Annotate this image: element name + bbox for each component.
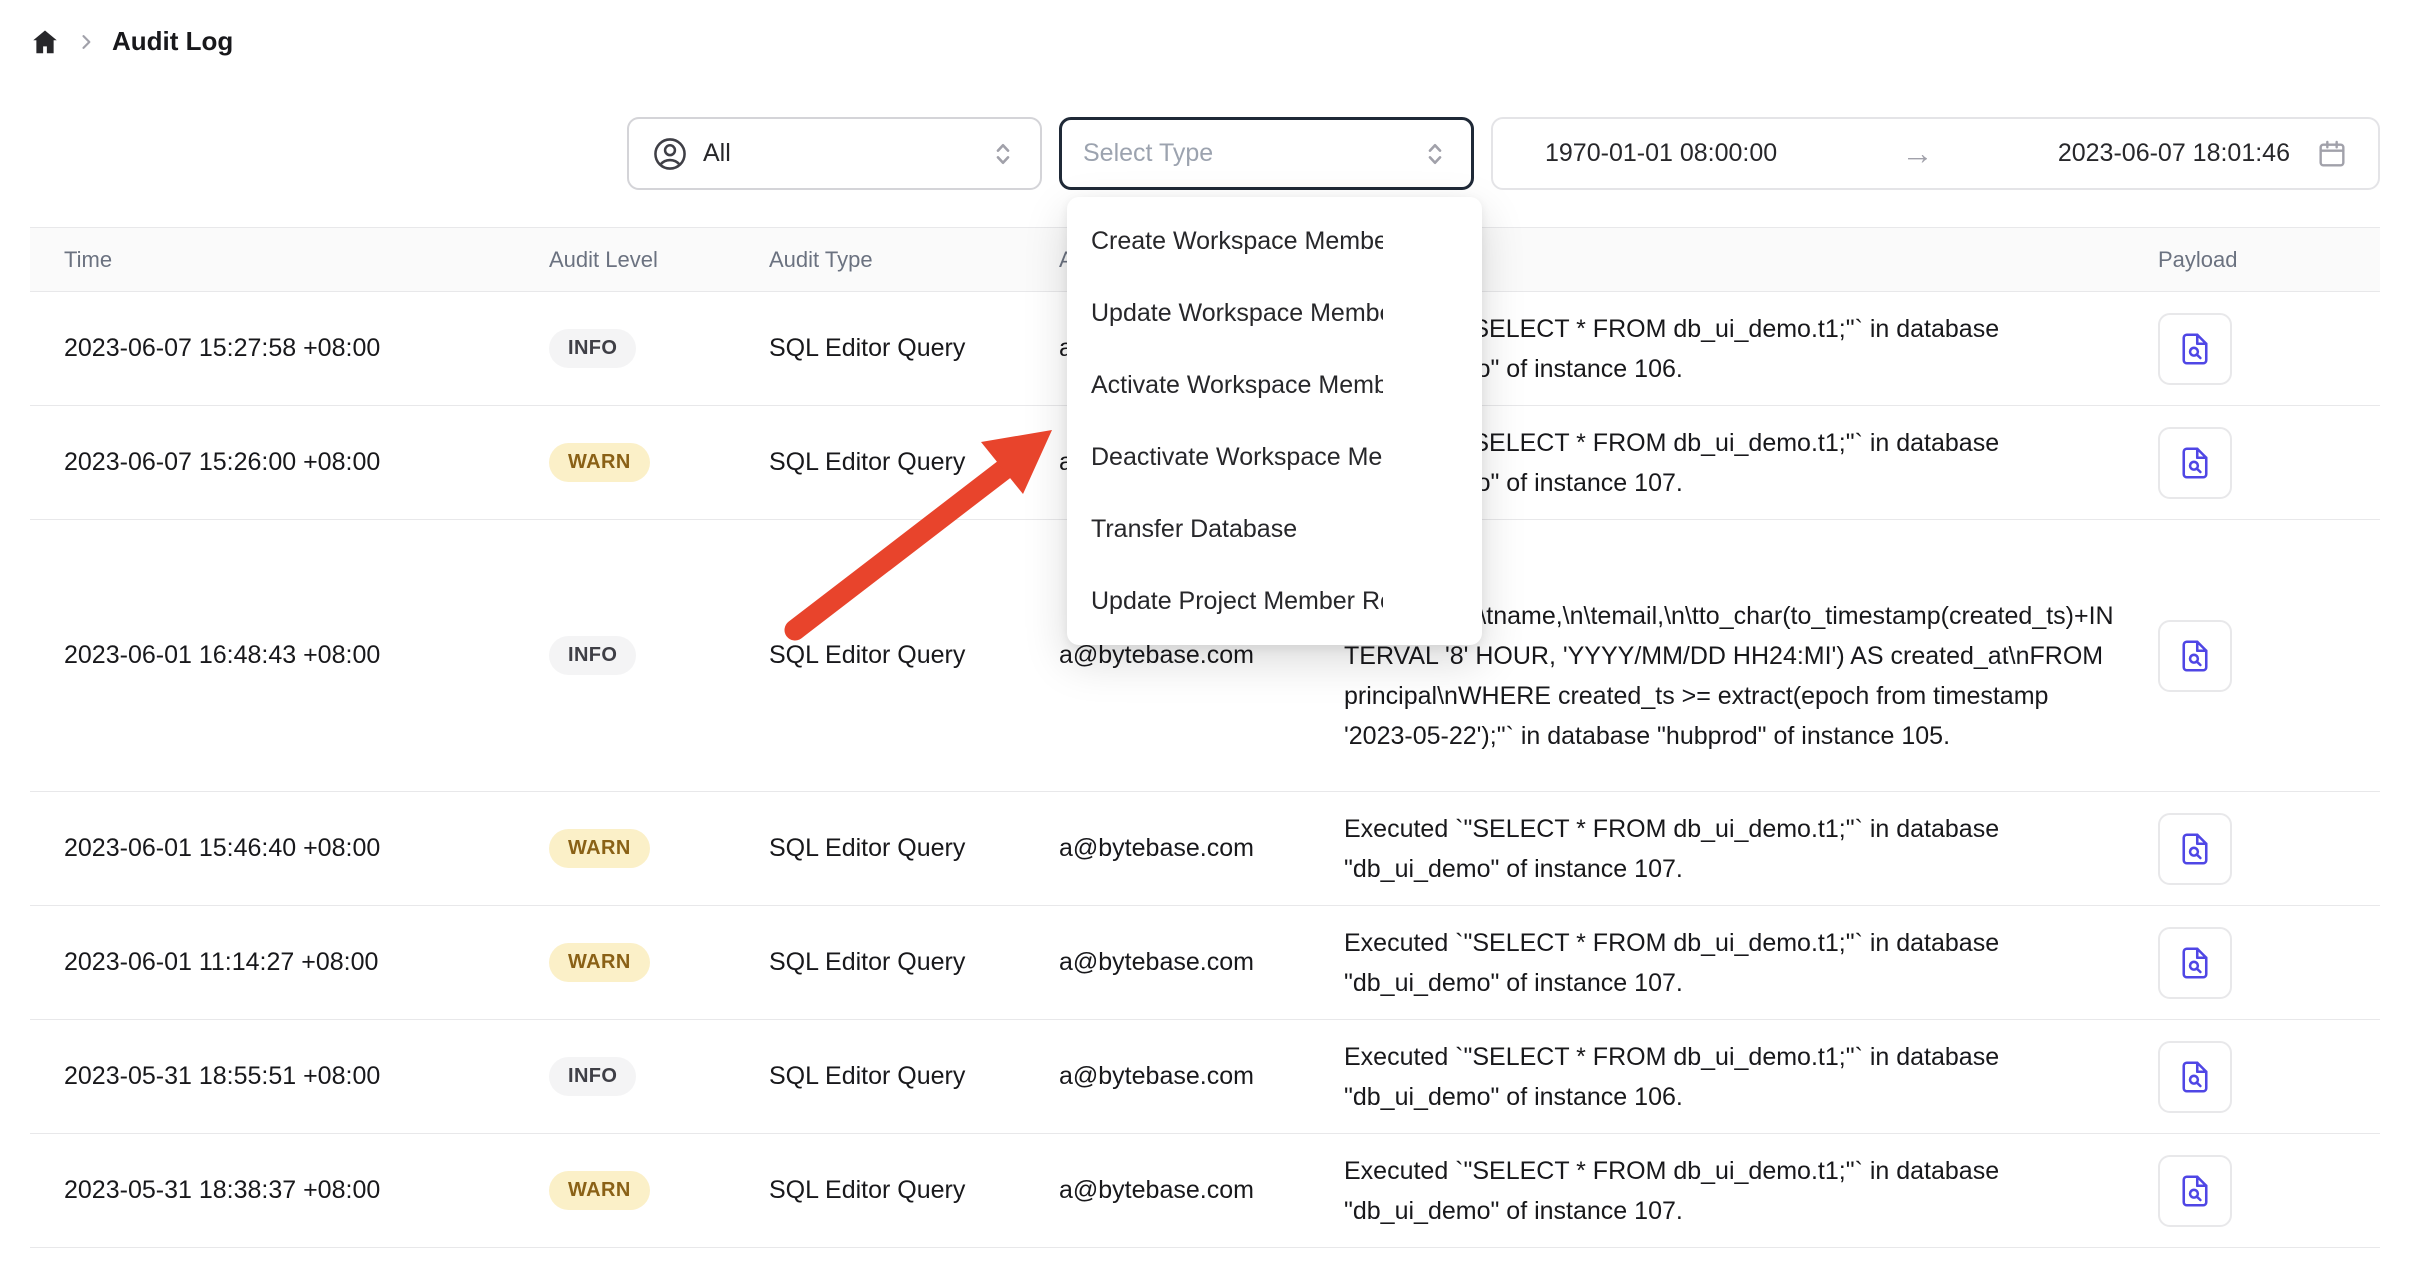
payload-view-button[interactable] [2158, 1041, 2232, 1113]
audit-level-badge: WARN [549, 829, 650, 868]
cell-payload [2124, 1155, 2380, 1227]
calendar-icon [2316, 138, 2348, 170]
cell-comment: Executed `"SELECT * FROM db_ui_demo.t1;"… [1310, 793, 2124, 905]
type-filter-select[interactable]: Select Type [1059, 117, 1474, 190]
table-row: 2023-06-01 15:46:40 +08:00 WARN SQL Edit… [30, 792, 2380, 906]
page-title: Audit Log [112, 26, 233, 57]
payload-view-button[interactable] [2158, 813, 2232, 885]
cell-payload [2124, 927, 2380, 999]
dropdown-option-deactivate-workspace-member[interactable]: Deactivate Workspace Member [1067, 421, 1482, 493]
cell-type: SQL Editor Query [735, 641, 1025, 670]
file-search-icon [2177, 831, 2213, 867]
chevron-right-icon [76, 32, 96, 52]
breadcrumb: Audit Log [30, 26, 233, 57]
payload-view-button[interactable] [2158, 313, 2232, 385]
filter-bar: All Select Type 1970-01-01 08:00:00 → 20… [30, 117, 2380, 190]
type-select-dropdown: Create Workspace Member Update Workspace… [1067, 197, 1482, 645]
audit-level-badge: INFO [549, 329, 636, 368]
dropdown-option-update-workspace-member[interactable]: Update Workspace Member [1067, 277, 1482, 349]
cell-comment: Executed `"SELECT * FROM db_ui_demo.t1;"… [1310, 1135, 2124, 1247]
home-icon[interactable] [30, 27, 60, 57]
cell-type: SQL Editor Query [735, 448, 1025, 477]
cell-type: SQL Editor Query [735, 334, 1025, 363]
cell-level: INFO [515, 329, 735, 368]
column-header-type: Audit Type [735, 247, 1025, 273]
date-range-start: 1970-01-01 08:00:00 [1545, 139, 1777, 168]
column-header-time: Time [30, 247, 515, 273]
payload-view-button[interactable] [2158, 427, 2232, 499]
actor-filter-select[interactable]: All [627, 117, 1042, 190]
dropdown-option-transfer-database[interactable]: Transfer Database [1067, 493, 1482, 565]
cell-actor: a@bytebase.com [1025, 1176, 1310, 1205]
cell-time: 2023-06-01 16:48:43 +08:00 [30, 641, 515, 670]
cell-level: INFO [515, 636, 735, 675]
cell-type: SQL Editor Query [735, 1062, 1025, 1091]
cell-payload [2124, 813, 2380, 885]
audit-level-badge: WARN [549, 943, 650, 982]
file-search-icon [2177, 1173, 2213, 1209]
audit-level-badge: INFO [549, 1057, 636, 1096]
cell-type: SQL Editor Query [735, 834, 1025, 863]
cell-time: 2023-05-31 18:55:51 +08:00 [30, 1062, 515, 1091]
date-range-end: 2023-06-07 18:01:46 [2058, 139, 2290, 168]
cell-level: WARN [515, 943, 735, 982]
cell-actor: a@bytebase.com [1025, 1062, 1310, 1091]
cell-comment: Executed `"SELECT * FROM db_ui_demo.t1;"… [1310, 907, 2124, 1019]
column-header-level: Audit Level [515, 247, 735, 273]
cell-level: WARN [515, 829, 735, 868]
cell-level: WARN [515, 1171, 735, 1210]
cell-actor: a@bytebase.com [1025, 641, 1310, 670]
cell-level: WARN [515, 443, 735, 482]
cell-payload [2124, 313, 2380, 385]
chevrons-up-down-icon [988, 139, 1018, 169]
file-search-icon [2177, 1059, 2213, 1095]
cell-comment: Executed `"SELECT * FROM db_ui_demo.t1;"… [1310, 1021, 2124, 1133]
dropdown-option-update-project-member-role[interactable]: Update Project Member Role [1067, 565, 1482, 637]
type-filter-placeholder: Select Type [1083, 139, 1213, 168]
payload-view-button[interactable] [2158, 927, 2232, 999]
cell-type: SQL Editor Query [735, 948, 1025, 977]
cell-payload [2124, 1041, 2380, 1113]
audit-level-badge: WARN [549, 1171, 650, 1210]
dropdown-option-create-workspace-member[interactable]: Create Workspace Member [1067, 205, 1482, 277]
cell-type: SQL Editor Query [735, 1176, 1025, 1205]
audit-level-badge: WARN [549, 443, 650, 482]
cell-time: 2023-05-31 18:38:37 +08:00 [30, 1176, 515, 1205]
table-row: 2023-06-01 11:14:27 +08:00 WARN SQL Edit… [30, 906, 2380, 1020]
cell-time: 2023-06-07 15:26:00 +08:00 [30, 448, 515, 477]
arrow-right-icon: → [1777, 135, 2058, 172]
actor-filter-value: All [703, 139, 731, 168]
cell-actor: a@bytebase.com [1025, 834, 1310, 863]
chevrons-up-down-icon [1420, 139, 1450, 169]
file-search-icon [2177, 638, 2213, 674]
cell-level: INFO [515, 1057, 735, 1096]
cell-time: 2023-06-07 15:27:58 +08:00 [30, 334, 515, 363]
table-row: 2023-05-31 18:38:37 +08:00 WARN SQL Edit… [30, 1134, 2380, 1248]
user-circle-icon [651, 135, 689, 173]
cell-payload [2124, 620, 2380, 692]
payload-view-button[interactable] [2158, 620, 2232, 692]
file-search-icon [2177, 445, 2213, 481]
column-header-payload: Payload [2124, 247, 2380, 273]
table-row: 2023-05-31 18:55:51 +08:00 INFO SQL Edit… [30, 1020, 2380, 1134]
file-search-icon [2177, 945, 2213, 981]
audit-level-badge: INFO [549, 636, 636, 675]
cell-time: 2023-06-01 11:14:27 +08:00 [30, 948, 515, 977]
dropdown-option-activate-workspace-member[interactable]: Activate Workspace Member [1067, 349, 1482, 421]
file-search-icon [2177, 331, 2213, 367]
payload-view-button[interactable] [2158, 1155, 2232, 1227]
cell-time: 2023-06-01 15:46:40 +08:00 [30, 834, 515, 863]
cell-payload [2124, 427, 2380, 499]
cell-actor: a@bytebase.com [1025, 948, 1310, 977]
date-range-picker[interactable]: 1970-01-01 08:00:00 → 2023-06-07 18:01:4… [1491, 117, 2380, 190]
